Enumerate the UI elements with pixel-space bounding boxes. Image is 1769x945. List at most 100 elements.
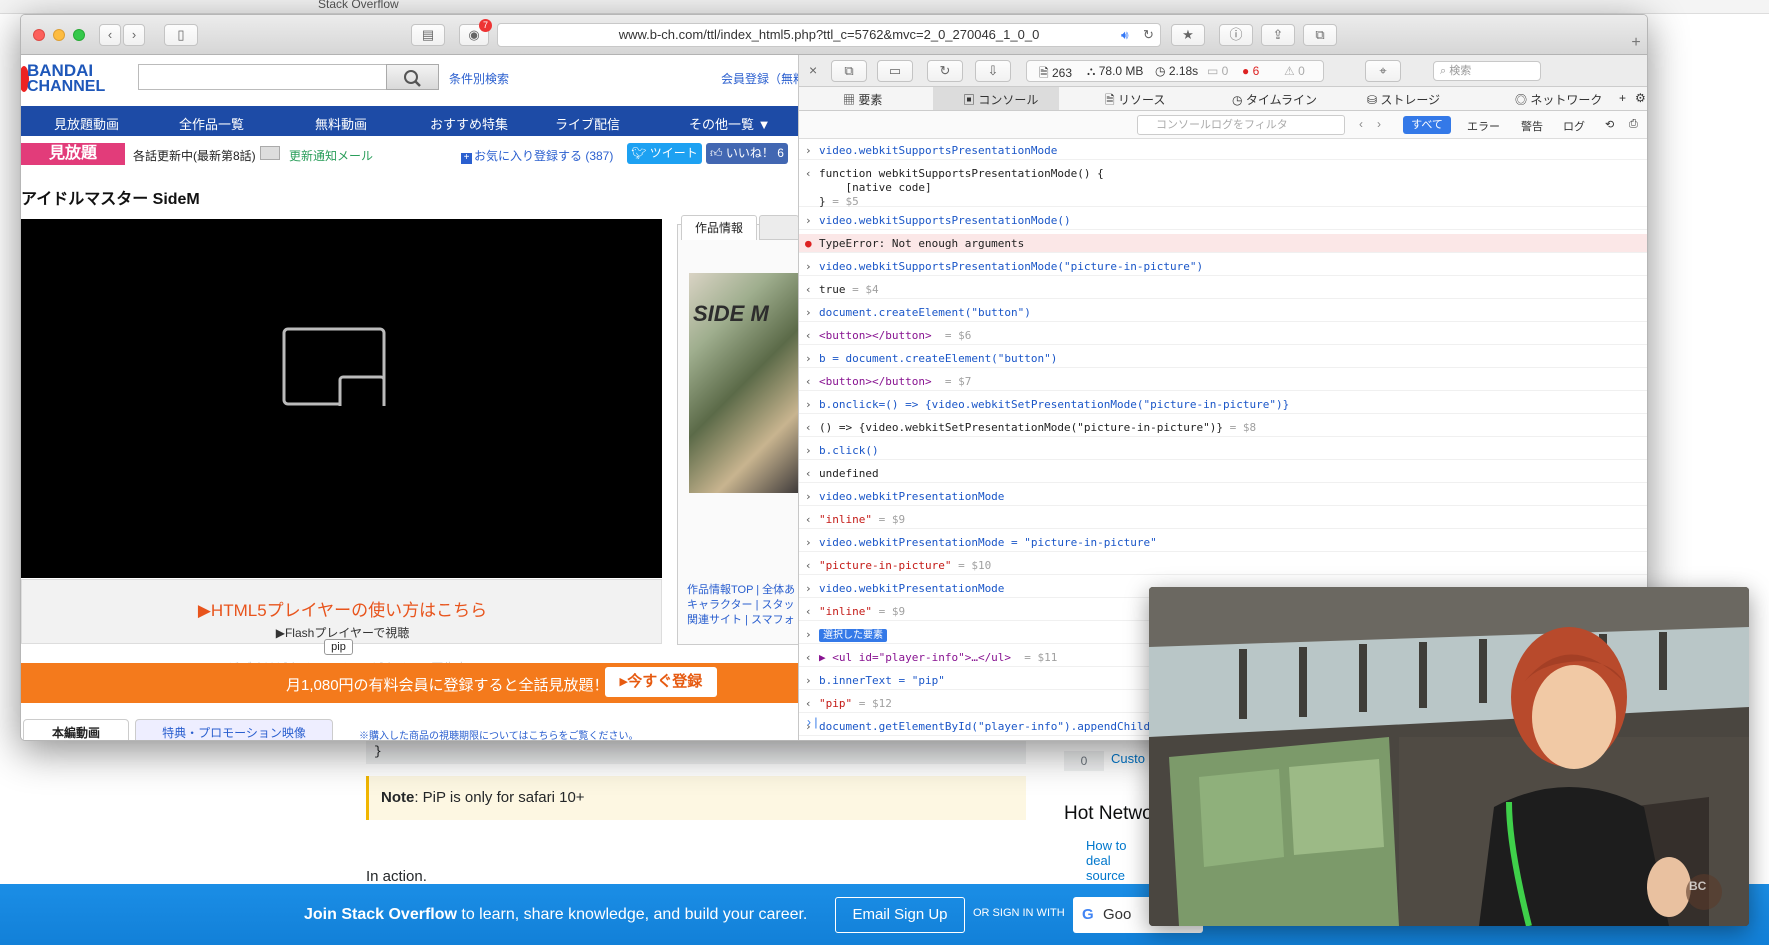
tab-storage[interactable]: ⛁ ストレージ	[1367, 91, 1440, 108]
tab-network[interactable]: ◎ ネットワーク	[1515, 91, 1602, 108]
load-time[interactable]: ◷ 2.18s	[1155, 64, 1198, 78]
crosshair-icon[interactable]: ⌖	[1365, 60, 1401, 82]
console-input-row[interactable]: › b = document.createElement("button")	[799, 349, 1647, 368]
bookmark-icon[interactable]: ★	[1171, 24, 1205, 46]
site-search-input[interactable]	[138, 64, 388, 90]
condition-search-link[interactable]: 条件別検索	[449, 70, 509, 87]
close-window-button[interactable]	[33, 29, 45, 41]
console-output-row[interactable]: ‹ function webkitSupportsPresentationMode…	[799, 164, 1647, 208]
console-input-row[interactable]: › video.webkitSupportsPresentationMode()	[799, 211, 1647, 230]
audio-icon[interactable]: 🔊︎	[1121, 28, 1129, 43]
side-link-row[interactable]: 関連サイト | スマフォ	[687, 613, 798, 628]
filter-all[interactable]: すべて	[1403, 116, 1451, 134]
console-input-row[interactable]: › b.click()	[799, 441, 1647, 460]
mail-icon	[260, 146, 280, 160]
console-output-row[interactable]: ‹ () => {video.webkitSetPresentationMode(…	[799, 418, 1647, 437]
sidebar-icon[interactable]: ▯	[164, 24, 198, 46]
reload-page-icon[interactable]: ↻	[927, 60, 963, 82]
member-register-link[interactable]: 会員登録（無料	[721, 70, 798, 87]
close-icon[interactable]: ×	[809, 62, 817, 78]
bandai-channel-logo[interactable]: BANDAI CHANNEL	[21, 61, 128, 97]
nav-all-titles[interactable]: 全作品一覧	[179, 114, 244, 133]
error-count[interactable]: ● 6	[1242, 64, 1259, 78]
nav-free-watch[interactable]: 見放題動画	[54, 114, 119, 133]
prev-icon[interactable]: ‹	[1359, 117, 1363, 131]
inspector-search-input[interactable]: ⌕ 検索	[1433, 61, 1541, 81]
warning-count[interactable]: ⚠ 0	[1284, 64, 1305, 78]
console-prompt[interactable]: › |	[807, 715, 817, 729]
console-input-row[interactable]: › video.webkitSupportsPresentationMode("p…	[799, 257, 1647, 276]
side-link-row[interactable]: 作品情報TOP | 全体あ	[687, 583, 798, 598]
console-filter-input[interactable]: コンソールログをフィルタ	[1137, 115, 1345, 135]
filter-warnings[interactable]: 警告	[1521, 118, 1543, 134]
selected-element-badge[interactable]: 選択した要素	[819, 629, 887, 642]
resources-count[interactable]: 🗎 263	[1039, 64, 1072, 85]
minimize-window-button[interactable]	[53, 29, 65, 41]
filter-logs[interactable]: ログ	[1563, 118, 1585, 134]
share-icon[interactable]: ⇪	[1261, 24, 1295, 46]
forward-icon[interactable]: ›	[123, 24, 145, 46]
reader-icon[interactable]: ▤	[411, 24, 445, 46]
reload-icon[interactable]: ↻	[1143, 27, 1154, 43]
input-chevron-icon: ›	[805, 490, 812, 503]
zoom-window-button[interactable]	[73, 29, 85, 41]
tab-timeline[interactable]: ◷ タイムライン	[1232, 91, 1317, 108]
so-top-tab[interactable]: Stack Overflow	[318, 0, 399, 11]
email-signup-button[interactable]: Email Sign Up	[835, 897, 965, 933]
console-input-row[interactable]: › b.onclick=() => {video.webkitSetPresent…	[799, 395, 1647, 414]
note-callout: Note: PiP is only for safari 10+	[366, 776, 1026, 820]
tab-main-video[interactable]: 本編動画	[23, 719, 129, 740]
console-output-row[interactable]: ‹ <button></button> = $6	[799, 326, 1647, 345]
tab-console[interactable]: ▣ コンソール	[963, 91, 1038, 108]
console-output-row[interactable]: ‹ undefined	[799, 464, 1647, 483]
settings-icon[interactable]: ⚙	[1635, 91, 1646, 105]
tab-second[interactable]	[759, 215, 798, 240]
console-input-row[interactable]: › document.createElement("button")	[799, 303, 1647, 322]
back-icon[interactable]: ‹	[99, 24, 121, 46]
log-count[interactable]: ▭ 0	[1207, 64, 1228, 78]
console-output-row[interactable]: ‹ <button></button> = $7	[799, 372, 1647, 391]
console-input-row[interactable]: › video.webkitSupportsPresentationMode	[799, 141, 1647, 160]
clear-icon[interactable]: ⟲	[1605, 118, 1614, 131]
nav-recommended[interactable]: おすすめ特集	[430, 114, 508, 133]
in-action-text: In action.	[366, 868, 427, 885]
new-tab-icon[interactable]: +	[1625, 34, 1647, 54]
preserve-log-icon[interactable]: ⎙	[1629, 118, 1638, 131]
add-tab-icon[interactable]: +	[1619, 91, 1626, 105]
purchase-note-link[interactable]: ※購入した商品の視聴期限についてはこちらをご覧ください。	[359, 727, 639, 740]
address-bar[interactable]: www.b-ch.com/ttl/index_html5.php?ttl_c=5…	[497, 23, 1161, 47]
pip-button[interactable]: pip	[324, 639, 353, 655]
like-button[interactable]: 👍︎ いいね！ 6	[706, 143, 788, 164]
info-icon[interactable]: ⓘ	[1219, 24, 1253, 46]
console-error-row[interactable]: ● TypeError: Not enough arguments	[799, 234, 1647, 253]
detach-icon[interactable]: ⧉	[831, 60, 867, 82]
tab-bonus-video[interactable]: 特典・プロモーション映像	[135, 719, 333, 740]
console-input-row[interactable]: › video.webkitPresentationMode = "picture…	[799, 533, 1647, 552]
dock-icon[interactable]: ▭	[877, 60, 913, 82]
console-text: "picture-in-picture"	[819, 559, 952, 572]
tab-resources[interactable]: 🗎 リソース	[1105, 91, 1165, 112]
register-now-button[interactable]: ▸今すぐ登録	[605, 667, 717, 697]
nav-others[interactable]: その他一覧 ▼	[689, 114, 770, 133]
next-icon[interactable]: ›	[1377, 117, 1381, 131]
console-output-row[interactable]: ‹ "picture-in-picture" = $10	[799, 556, 1647, 575]
tweet-button[interactable]: 🐦︎ ツイート	[627, 143, 702, 164]
side-link-row[interactable]: キャラクター | スタッ	[687, 598, 798, 613]
pip-window[interactable]: BC	[1149, 587, 1749, 926]
console-input-row[interactable]: › video.webkitPresentationMode	[799, 487, 1647, 506]
tabs-overview-icon[interactable]: ⧉	[1303, 24, 1337, 46]
howto-link[interactable]: ▶HTML5プレイヤーの使い方はこちら	[22, 596, 663, 621]
search-button[interactable]	[386, 64, 439, 90]
tab-work-info[interactable]: 作品情報	[681, 215, 757, 240]
filter-errors[interactable]: エラー	[1467, 118, 1500, 134]
video-player[interactable]: このビデオはピクチャ・イン・ピクチャで再生中。	[21, 219, 662, 675]
tab-elements[interactable]: ▦ 要素	[843, 91, 882, 108]
download-icon[interactable]: ⇩	[975, 60, 1011, 82]
console-output-row[interactable]: ‹ "inline" = $9	[799, 510, 1647, 529]
memory-usage[interactable]: ⛬ 78.0 MB	[1087, 64, 1143, 79]
favorite-link[interactable]: + お気に入り登録する (387)	[461, 147, 613, 164]
console-output-row[interactable]: ‹ true = $4	[799, 280, 1647, 299]
nav-free-videos[interactable]: 無料動画	[315, 114, 367, 133]
nav-live[interactable]: ライブ配信	[555, 114, 620, 133]
update-mail-link[interactable]: 更新通知メール	[289, 147, 373, 164]
